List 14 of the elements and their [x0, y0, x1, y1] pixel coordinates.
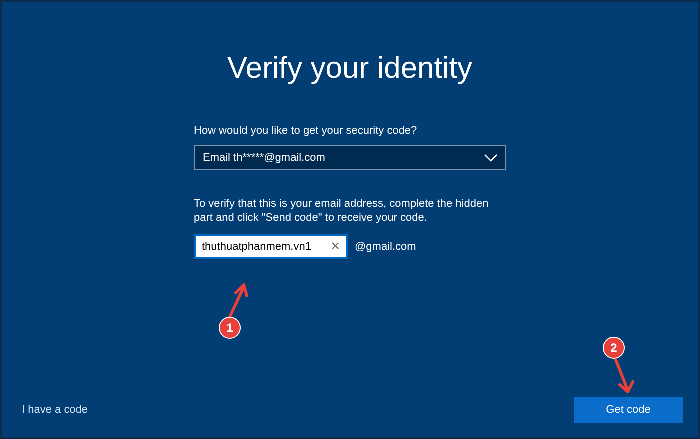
email-domain: @gmail.com [355, 240, 416, 252]
chevron-down-icon [484, 154, 498, 162]
page-title: Verify your identity [227, 52, 473, 86]
step-badge: 1 [219, 317, 241, 339]
instructions-text: To verify that this is your email address, complete the hidden part and click "Send code" to receive your code. [194, 197, 490, 225]
step-badge: 2 [603, 337, 625, 359]
email-input[interactable]: thuthuatphanmem.vn1 × [194, 234, 348, 259]
method-dropdown[interactable]: Email th*****@gmail.com [194, 145, 506, 170]
arrow-icon [612, 358, 636, 394]
get-code-button[interactable]: Get code [574, 397, 683, 423]
arrow-icon [226, 283, 250, 319]
question-label: How would you like to get your security code? [194, 125, 418, 137]
clear-button[interactable]: × [331, 238, 340, 255]
have-code-link[interactable]: I have a code [22, 404, 88, 416]
